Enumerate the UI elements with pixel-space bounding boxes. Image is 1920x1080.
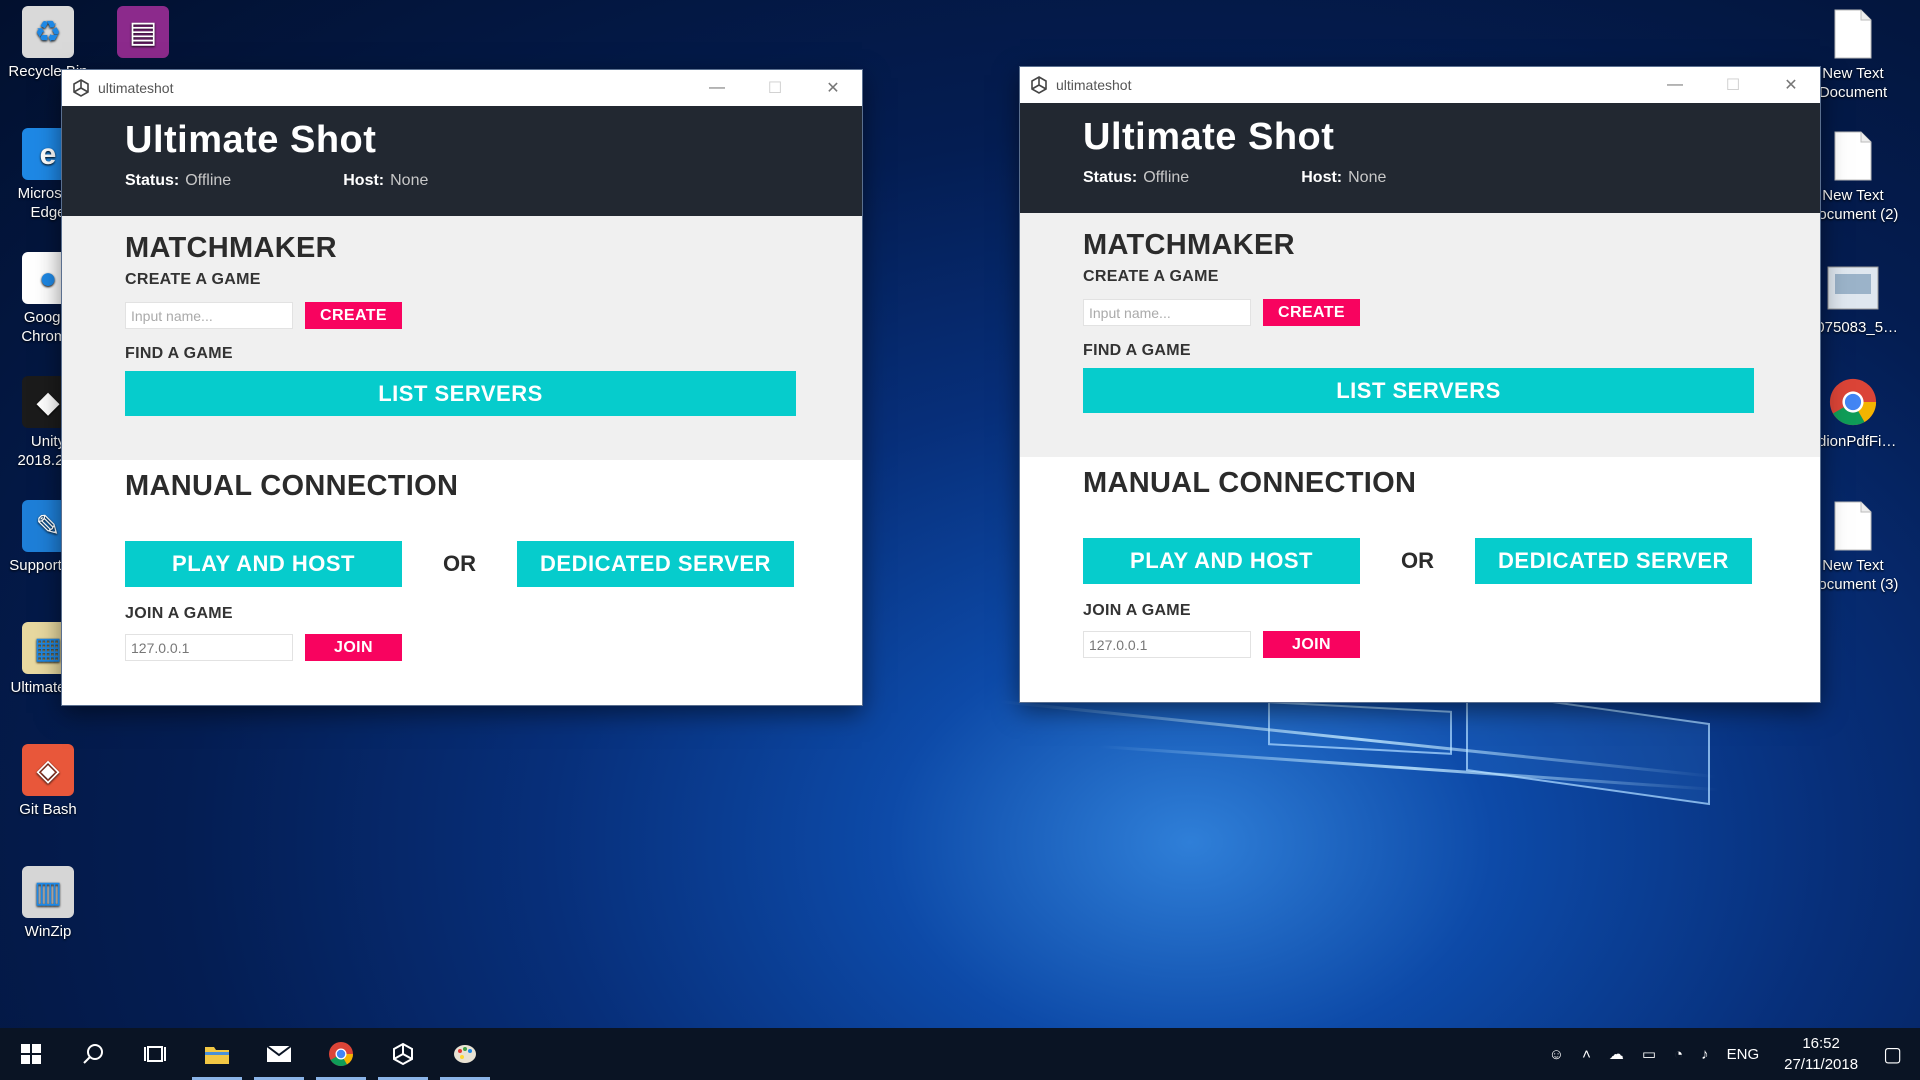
system-tray: ☺ ˄ ☁ ▭ ◔ ♪ ENG 16:52 27/11/2018 ▢ [1540, 1028, 1920, 1080]
create-button[interactable]: CREATE [1263, 299, 1360, 326]
desktop-shortcut-label: WinZip [24, 923, 72, 940]
task-view-icon[interactable] [124, 1028, 186, 1080]
desktop-shortcut[interactable]: ▤ [95, 6, 191, 62]
chrome-icon[interactable] [310, 1028, 372, 1080]
unity-icon [73, 79, 89, 97]
host-label: Host: [343, 172, 385, 189]
join-button[interactable]: JOIN [305, 634, 402, 661]
list-servers-button[interactable]: LIST SERVERS [1083, 368, 1754, 413]
manual-connection-section: MANUAL CONNECTION PLAY AND HOST OR DEDIC… [62, 460, 862, 705]
close-icon[interactable]: ✕ [804, 70, 862, 106]
create-button[interactable]: CREATE [305, 302, 402, 329]
file-explorer-icon[interactable] [186, 1028, 248, 1080]
paint-icon[interactable] [434, 1028, 496, 1080]
network-icon[interactable]: ◔ [1674, 1046, 1683, 1063]
battery-icon[interactable]: ▭ [1642, 1045, 1656, 1063]
start-button[interactable] [0, 1028, 62, 1080]
manual-connection-heading: MANUAL CONNECTION [125, 470, 459, 502]
ip-address-input[interactable]: 127.0.0.1 [1083, 631, 1251, 658]
image-file-icon [1827, 262, 1879, 314]
play-and-host-button[interactable]: PLAY AND HOST [1083, 538, 1360, 584]
text-document-icon [1827, 500, 1879, 552]
join-game-heading: JOIN A GAME [1083, 602, 1191, 619]
volume-icon[interactable]: ♪ [1701, 1046, 1709, 1063]
maximize-icon[interactable]: ☐ [746, 70, 804, 106]
minimize-icon[interactable]: — [1646, 67, 1704, 103]
manual-connection-section: MANUAL CONNECTION PLAY AND HOST OR DEDIC… [1020, 457, 1820, 702]
dedicated-server-button[interactable]: DEDICATED SERVER [517, 541, 794, 587]
window-title: ultimateshot [1056, 77, 1132, 93]
game-name-input[interactable]: Input name... [125, 302, 293, 329]
chevron-up-icon[interactable]: ˄ [1582, 1046, 1591, 1063]
app-header: Ultimate Shot Status: Offline Host: None [62, 106, 862, 216]
list-servers-button[interactable]: LIST SERVERS [125, 371, 796, 416]
text-document-icon [1827, 130, 1879, 182]
winrar-icon: ▤ [117, 6, 169, 58]
recycle-bin-icon: ♻ [22, 6, 74, 58]
host-value: None [1348, 169, 1387, 186]
manual-connection-heading: MANUAL CONNECTION [1083, 467, 1417, 499]
play-and-host-button[interactable]: PLAY AND HOST [125, 541, 402, 587]
mail-icon[interactable] [248, 1028, 310, 1080]
join-button[interactable]: JOIN [1263, 631, 1360, 658]
create-game-heading: CREATE A GAME [1083, 268, 1219, 285]
unity-icon [1031, 76, 1047, 94]
matchmaker-heading: MATCHMAKER [1083, 229, 1295, 261]
search-icon[interactable] [62, 1028, 124, 1080]
clock-date: 27/11/2018 [1784, 1056, 1859, 1073]
matchmaker-heading: MATCHMAKER [125, 232, 337, 264]
window-title: ultimateshot [98, 80, 174, 96]
status-label: Status: [125, 172, 180, 189]
people-icon[interactable]: ☺ [1549, 1046, 1564, 1063]
desktop-shortcut[interactable]: ▥ WinZip [0, 866, 96, 941]
dedicated-server-button[interactable]: DEDICATED SERVER [1475, 538, 1752, 584]
clock-time: 16:52 [1802, 1035, 1840, 1052]
or-label: OR [1401, 548, 1434, 573]
app-header: Ultimate Shot Status: Offline Host: None [1020, 103, 1820, 213]
maximize-icon[interactable]: ☐ [1704, 67, 1762, 103]
app-title: Ultimate Shot [125, 119, 377, 161]
desktop-shortcut[interactable]: ◈ Git Bash [0, 744, 96, 819]
host-value: None [390, 172, 429, 189]
find-game-heading: FIND A GAME [1083, 342, 1191, 359]
winzip-icon: ▥ [22, 866, 74, 918]
create-game-heading: CREATE A GAME [125, 271, 261, 288]
find-game-heading: FIND A GAME [125, 345, 233, 362]
matchmaker-section: MATCHMAKER CREATE A GAME Input name... C… [62, 216, 862, 460]
language-indicator[interactable]: ENG [1727, 1046, 1760, 1063]
chrome-pdf-icon [1827, 376, 1879, 428]
desktop-shortcut-label: Git Bash [19, 801, 77, 818]
windows-logo-icon [21, 1044, 41, 1064]
minimize-icon[interactable]: — [688, 70, 746, 106]
title-bar[interactable]: ultimateshot — ☐ ✕ [1020, 67, 1820, 103]
clock[interactable]: 16:52 27/11/2018 [1784, 1033, 1858, 1075]
action-center-icon[interactable]: ▢ [1883, 1042, 1902, 1067]
game-name-input[interactable]: Input name... [1083, 299, 1251, 326]
taskbar: ☺ ˄ ☁ ▭ ◔ ♪ ENG 16:52 27/11/2018 ▢ [0, 1028, 1920, 1080]
host-label: Host: [1301, 169, 1343, 186]
status-value: Offline [185, 172, 232, 189]
matchmaker-section: MATCHMAKER CREATE A GAME Input name... C… [1020, 213, 1820, 457]
status-label: Status: [1083, 169, 1138, 186]
unity-icon[interactable] [372, 1028, 434, 1080]
close-icon[interactable]: ✕ [1762, 67, 1820, 103]
onedrive-icon[interactable]: ☁ [1609, 1045, 1624, 1063]
title-bar[interactable]: ultimateshot — ☐ ✕ [62, 70, 862, 106]
app-window-2[interactable]: ultimateshot — ☐ ✕ Ultimate Shot Status:… [1020, 67, 1820, 702]
status-value: Offline [1143, 169, 1190, 186]
or-label: OR [443, 551, 476, 576]
text-document-icon [1827, 8, 1879, 60]
git-bash-icon: ◈ [22, 744, 74, 796]
app-title: Ultimate Shot [1083, 116, 1335, 158]
join-game-heading: JOIN A GAME [125, 605, 233, 622]
ip-address-input[interactable]: 127.0.0.1 [125, 634, 293, 661]
app-window-1[interactable]: ultimateshot — ☐ ✕ Ultimate Shot Status:… [62, 70, 862, 705]
